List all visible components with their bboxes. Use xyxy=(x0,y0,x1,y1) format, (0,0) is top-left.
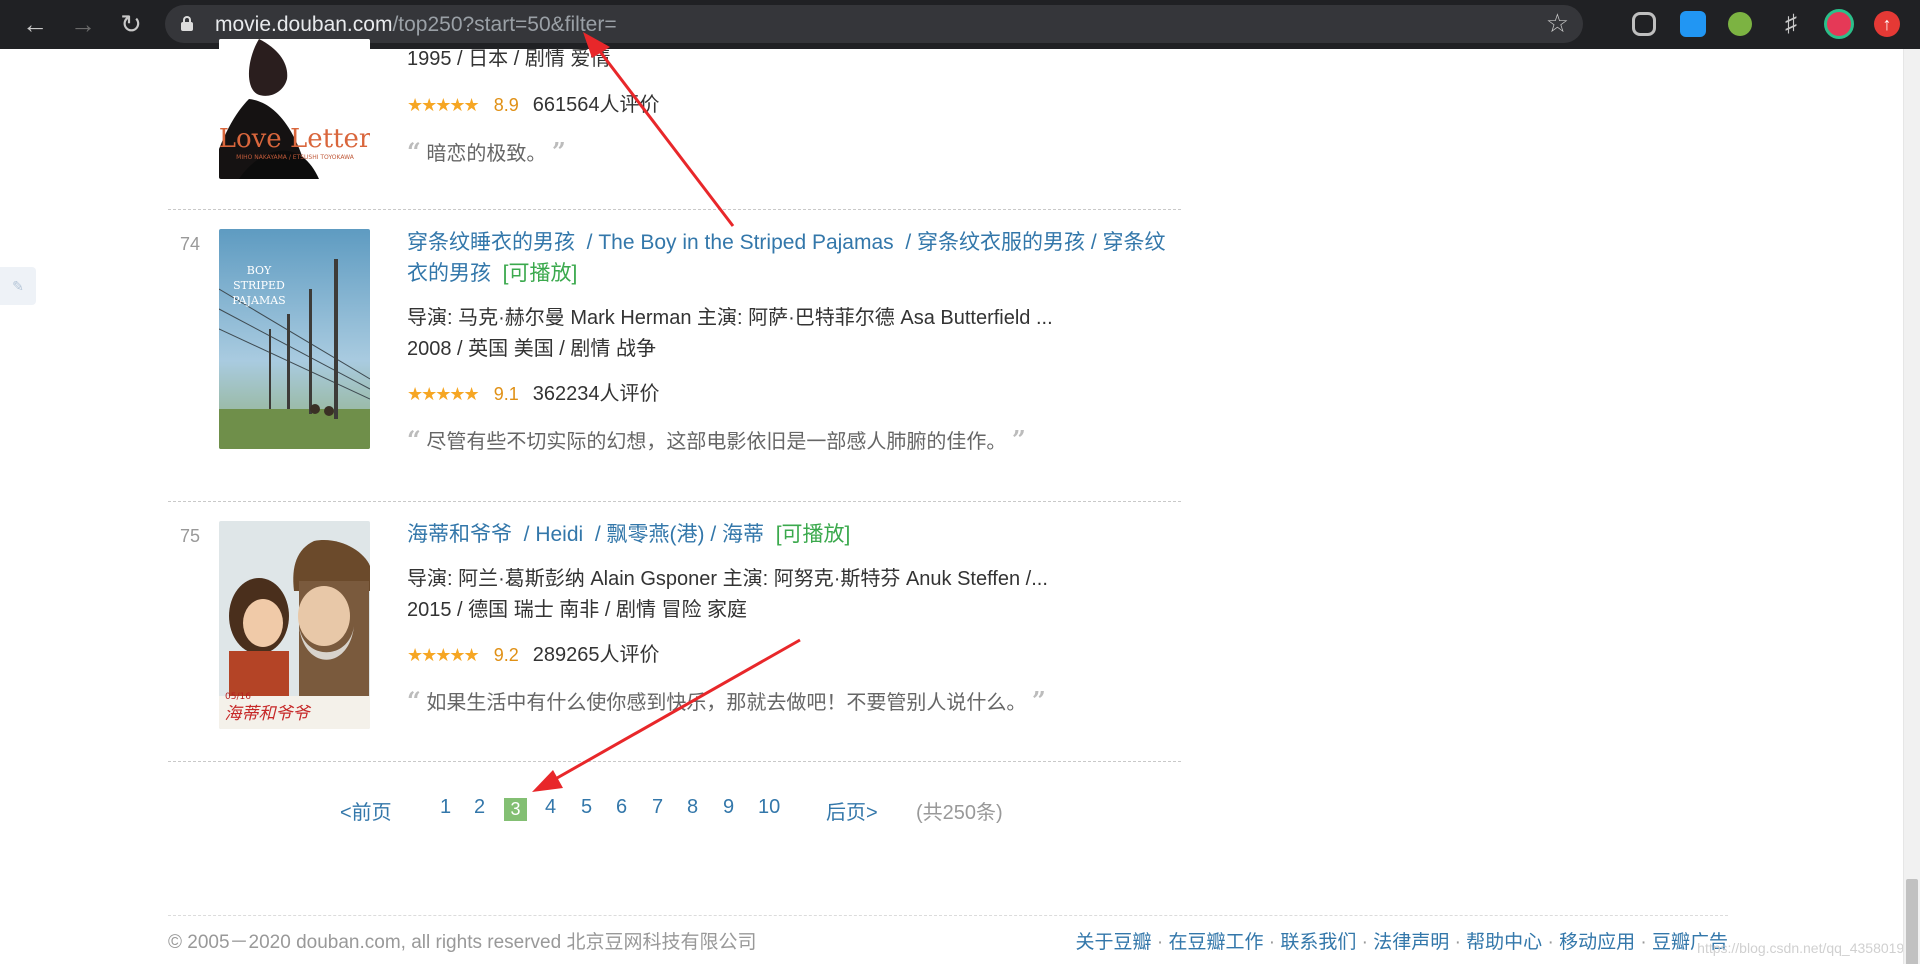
movie-rating: ★★★★★ 9.1 362234人评价 xyxy=(407,379,1177,410)
side-panel-tab[interactable]: ✎ xyxy=(0,267,36,305)
movie-credits: 导演: 阿兰·葛斯彭纳 Alain Gsponer 主演: 阿努克·斯特芬 An… xyxy=(407,568,1048,590)
footer-link-legal[interactable]: 法律声明 xyxy=(1373,932,1449,953)
svg-text:PAJAMAS: PAJAMAS xyxy=(232,294,285,307)
svg-text:BOY: BOY xyxy=(247,264,272,277)
prev-page-link[interactable]: <前页 xyxy=(340,796,392,825)
movie-credits: 导演: 马克·赫尔曼 Mark Herman 主演: 阿萨·巴特菲尔德 Asa … xyxy=(407,307,1053,329)
watermark: https://blog.csdn.net/qq_43580193 xyxy=(1697,940,1912,956)
movie-title[interactable]: 海蒂和爷爷 / Heidi / 飘零燕(港) / 海蒂 [可播放] xyxy=(407,519,1177,550)
movie-rank: 75 xyxy=(180,526,201,546)
page-link-4[interactable]: 4 xyxy=(545,796,556,819)
rating-number: 9.1 xyxy=(493,384,519,404)
playable-tag[interactable]: [可播放] xyxy=(776,523,851,546)
poster-title: Love Letter xyxy=(219,124,370,154)
puzzle-icon[interactable]: ♯ xyxy=(1774,7,1808,41)
movie-poster[interactable]: Love Letter MIHO NAKAYAMA / ETSUSHI TOYO… xyxy=(219,39,370,179)
page-link-1[interactable]: 1 xyxy=(440,796,451,819)
douban-top250-page: ✎ Love Letter MIHO NAKAYAMA / ETSUSHI TO… xyxy=(0,39,1920,964)
footer-separator: · xyxy=(1268,932,1276,953)
page-link-10[interactable]: 10 xyxy=(758,796,780,819)
update-icon[interactable]: ↑ xyxy=(1874,11,1900,37)
movie-quote: “ 如果生活中有什么使你感到快乐，那就去做吧！不要管别人说什么。 ” xyxy=(407,686,1046,715)
svg-text:STRIPED: STRIPED xyxy=(233,279,285,292)
footer-separator: · xyxy=(1156,932,1164,953)
scrollbar-thumb[interactable] xyxy=(1906,879,1918,964)
footer-link-help[interactable]: 帮助中心 xyxy=(1466,932,1542,953)
page-link-2[interactable]: 2 xyxy=(474,796,485,819)
poster-title: 海蒂和爷爷 xyxy=(225,704,312,724)
page-link-6[interactable]: 6 xyxy=(616,796,627,819)
movie-rank: 74 xyxy=(180,234,201,254)
movie-year-region-genre: 1995 / 日本 / 剧情 爱情 xyxy=(407,48,611,70)
lock-icon xyxy=(181,16,193,31)
star-icon[interactable]: ☆ xyxy=(1546,8,1569,39)
movie-title[interactable]: 穿条纹睡衣的男孩 / The Boy in the Striped Pajama… xyxy=(407,227,1177,289)
close-quote-icon: ” xyxy=(1031,686,1046,715)
rating-stars: ★★★★★ xyxy=(407,384,480,404)
movie-rating: ★★★★★ 8.9 661564人评价 xyxy=(407,90,1177,121)
page-link-7[interactable]: 7 xyxy=(652,796,663,819)
total-count: (共250条) xyxy=(916,802,1003,824)
extension-icon[interactable] xyxy=(1680,11,1706,37)
rating-number: 8.9 xyxy=(493,95,519,115)
movie-info: 穿条纹睡衣的男孩 / The Boy in the Striped Pajama… xyxy=(407,227,1177,458)
movie-info: 海蒂和爷爷 / Heidi / 飘零燕(港) / 海蒂 [可播放] 导演: 阿兰… xyxy=(407,519,1177,719)
movie-year-region-genre: 2015 / 德国 瑞士 南非 / 剧情 冒险 家庭 xyxy=(407,599,748,621)
open-quote-icon: “ xyxy=(407,425,421,454)
footer-link-about[interactable]: 关于豆瓣 xyxy=(1076,932,1152,953)
page-link-9[interactable]: 9 xyxy=(723,796,734,819)
footer-separator: · xyxy=(1640,932,1647,953)
open-quote-icon: “ xyxy=(407,137,421,166)
address-bar[interactable]: movie.douban.com/top250?start=50&filter=… xyxy=(165,5,1583,43)
back-icon[interactable]: ← xyxy=(18,7,52,41)
movie-quote: “ 暗恋的极致。 ” xyxy=(407,137,566,166)
footer-separator: · xyxy=(1454,932,1461,953)
footer-link-contact[interactable]: 联系我们 xyxy=(1280,932,1356,953)
footer-divider xyxy=(168,915,1728,916)
profile-icon[interactable] xyxy=(1824,9,1854,39)
close-quote-icon: ” xyxy=(551,137,566,166)
rating-stars: ★★★★★ xyxy=(407,645,480,665)
item-divider xyxy=(168,209,1181,210)
next-page-link[interactable]: 后页> xyxy=(826,796,878,825)
forward-icon[interactable]: → xyxy=(66,7,100,41)
close-quote-icon: ” xyxy=(1011,425,1026,454)
movie-quote: “ 尽管有些不切实际的幻想，这部电影依旧是一部感人肺腑的佳作。 ” xyxy=(407,425,1026,454)
poster-date: 05/16 xyxy=(225,692,251,702)
footer-separator: · xyxy=(1361,932,1368,953)
footer-link-jobs[interactable]: 在豆瓣工作 xyxy=(1168,932,1263,953)
rating-stars: ★★★★★ xyxy=(407,95,480,115)
movie-poster[interactable]: 05/16 海蒂和爷爷 xyxy=(219,521,370,729)
rating-number: 9.2 xyxy=(493,645,519,665)
extension-icon[interactable] xyxy=(1728,12,1752,36)
footer-links: 关于豆瓣 · 在豆瓣工作 · 联系我们 · 法律声明 · 帮助中心 · 移动应用… xyxy=(1076,927,1728,954)
rating-votes: 362234人评价 xyxy=(532,383,660,405)
page-link-5[interactable]: 5 xyxy=(581,796,592,819)
playable-tag[interactable]: [可播放] xyxy=(503,262,578,285)
extension-icon[interactable] xyxy=(1632,12,1656,36)
item-divider xyxy=(168,761,1181,762)
item-divider xyxy=(168,501,1181,502)
poster-credit: MIHO NAKAYAMA / ETSUSHI TOYOKAWA xyxy=(236,154,355,161)
footer-link-mobile[interactable]: 移动应用 xyxy=(1559,932,1635,953)
url-text[interactable]: movie.douban.com/top250?start=50&filter= xyxy=(215,13,617,37)
reload-icon[interactable]: ↻ xyxy=(114,7,148,41)
movie-rating: ★★★★★ 9.2 289265人评价 xyxy=(407,640,1177,671)
open-quote-icon: “ xyxy=(407,686,421,715)
footer-copyright: © 2005－2020 douban.com, all rights reser… xyxy=(168,932,757,953)
page-link-8[interactable]: 8 xyxy=(687,796,698,819)
rating-votes: 661564人评价 xyxy=(532,94,660,116)
pagination: <前页 1 2 3 4 5 6 7 8 9 10 后页> (共250条) xyxy=(0,796,1100,826)
rating-votes: 289265人评价 xyxy=(532,644,660,666)
movie-info: 1995 / 日本 / 剧情 爱情 ★★★★★ 8.9 661564人评价 “ … xyxy=(407,44,1177,170)
movie-poster[interactable]: BOY STRIPED PAJAMAS xyxy=(219,229,370,449)
movie-year-region-genre: 2008 / 英国 美国 / 剧情 战争 xyxy=(407,338,656,360)
page-scrollbar[interactable] xyxy=(1903,49,1920,964)
page-current-3: 3 xyxy=(504,798,527,821)
footer-separator: · xyxy=(1547,932,1554,953)
